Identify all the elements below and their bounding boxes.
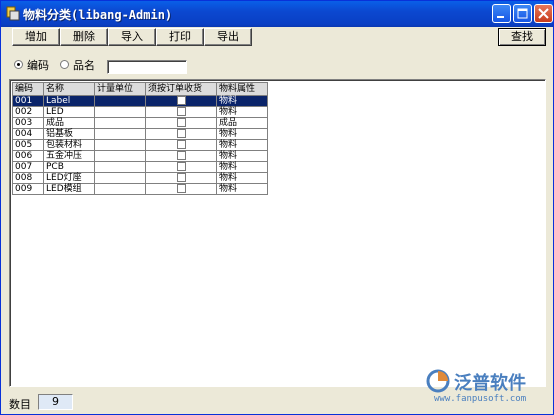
cell-order-receipt [145,161,217,173]
app-icon [6,6,20,21]
order-receipt-checkbox[interactable] [176,129,186,138]
filter-input[interactable] [107,60,187,74]
cell-name: 五金冲压 [43,150,95,162]
table-row[interactable]: 005 包装材料 物料 [12,139,268,151]
brand-logo-icon [426,369,450,393]
export-button[interactable]: 导出 [204,28,252,46]
cell-attribute: 成品 [216,117,268,129]
table-row[interactable]: 004 铝基板 物料 [12,128,268,140]
cell-order-receipt [145,150,217,162]
add-button[interactable]: 增加 [12,28,60,46]
table-row[interactable]: 009 LED模组 物料 [12,183,268,195]
radio-code[interactable] [14,60,23,69]
order-receipt-checkbox[interactable] [176,151,186,160]
watermark-brand: 泛普软件 [454,373,526,394]
cell-unit [94,172,146,184]
cell-unit [94,106,146,118]
col-unit[interactable]: 计量单位 [94,82,146,96]
order-receipt-checkbox[interactable] [176,162,186,171]
table-row[interactable]: 008 LED灯座 物料 [12,172,268,184]
app-window: 物料分类(libang-Admin) 增加 删除 导入 打印 导出 查找 编码 … [0,0,554,415]
cell-code: 001 [12,95,44,107]
cell-attribute: 物料 [216,128,268,140]
cell-order-receipt [145,183,217,195]
cell-unit [94,139,146,151]
order-receipt-checkbox[interactable] [176,107,186,116]
table-row[interactable]: 002 LED 物料 [12,106,268,118]
cell-unit [94,95,146,107]
table-row[interactable]: 006 五金冲压 物料 [12,150,268,162]
cell-name: Label [43,95,95,107]
watermark: 泛普软件 www.fanpusoft.com [426,369,550,409]
cell-code: 003 [12,117,44,129]
cell-code: 007 [12,161,44,173]
cell-code: 006 [12,150,44,162]
col-code[interactable]: 编码 [12,82,44,96]
cell-code: 005 [12,139,44,151]
order-receipt-checkbox[interactable] [176,184,186,193]
cell-code: 009 [12,183,44,195]
table-row[interactable]: 003 成品 成品 [12,117,268,129]
cell-order-receipt [145,95,217,107]
cell-code: 008 [12,172,44,184]
radio-name[interactable] [60,60,69,69]
cell-attribute: 物料 [216,172,268,184]
watermark-url: www.fanpusoft.com [434,394,527,404]
cell-order-receipt [145,139,217,151]
table-row[interactable]: 007 PCB 物料 [12,161,268,173]
count-value: 9 [38,394,73,410]
cell-name: LED [43,106,95,118]
order-receipt-checkbox[interactable] [176,118,186,127]
cell-attribute: 物料 [216,161,268,173]
cell-unit [94,117,146,129]
window-title: 物料分类(libang-Admin) [23,8,173,22]
cell-name: 包装材料 [43,139,95,151]
data-grid[interactable]: 编码 名称 计量单位 须按订单收货 物料属性 001 Label 物料 002 LED 物… [9,79,546,387]
cell-name: LED灯座 [43,172,95,184]
cell-order-receipt [145,106,217,118]
cell-attribute: 物料 [216,139,268,151]
title-bar[interactable]: 物料分类(libang-Admin) [1,1,553,27]
cell-code: 002 [12,106,44,118]
close-icon [538,8,549,19]
cell-code: 004 [12,128,44,140]
maximize-button[interactable] [513,4,532,23]
cell-unit [94,161,146,173]
order-receipt-checkbox[interactable] [176,140,186,149]
cell-attribute: 物料 [216,150,268,162]
col-name[interactable]: 名称 [43,82,95,96]
header-row: 编码 名称 计量单位 须按订单收货 物料属性 [12,82,268,96]
minimize-button[interactable] [492,4,511,23]
count-label: 数目 [9,398,31,411]
print-button[interactable]: 打印 [156,28,204,46]
cell-name: 铝基板 [43,128,95,140]
cell-unit [94,150,146,162]
order-receipt-checkbox[interactable] [176,173,186,182]
table-row[interactable]: 001 Label 物料 [12,95,268,107]
import-button[interactable]: 导入 [108,28,156,46]
maximize-icon [517,8,528,19]
cell-unit [94,183,146,195]
cell-name: LED模组 [43,183,95,195]
order-receipt-checkbox[interactable] [176,96,186,105]
cell-attribute: 物料 [216,95,268,107]
col-order-receipt[interactable]: 须按订单收货 [145,82,217,96]
col-attribute[interactable]: 物料属性 [216,82,268,96]
minimize-icon [497,16,504,18]
cell-order-receipt [145,117,217,129]
cell-attribute: 物料 [216,106,268,118]
delete-button[interactable]: 删除 [60,28,108,46]
radio-code-label: 编码 [27,59,49,72]
cell-order-receipt [145,128,217,140]
cell-order-receipt [145,172,217,184]
cell-unit [94,128,146,140]
cell-attribute: 物料 [216,183,268,195]
radio-name-label: 品名 [73,59,95,72]
close-button[interactable] [534,4,553,23]
grid-table: 编码 名称 计量单位 须按订单收货 物料属性 001 Label 物料 002 LED 物… [12,82,268,195]
search-button[interactable]: 查找 [498,28,546,46]
cell-name: PCB [43,161,95,173]
cell-name: 成品 [43,117,95,129]
